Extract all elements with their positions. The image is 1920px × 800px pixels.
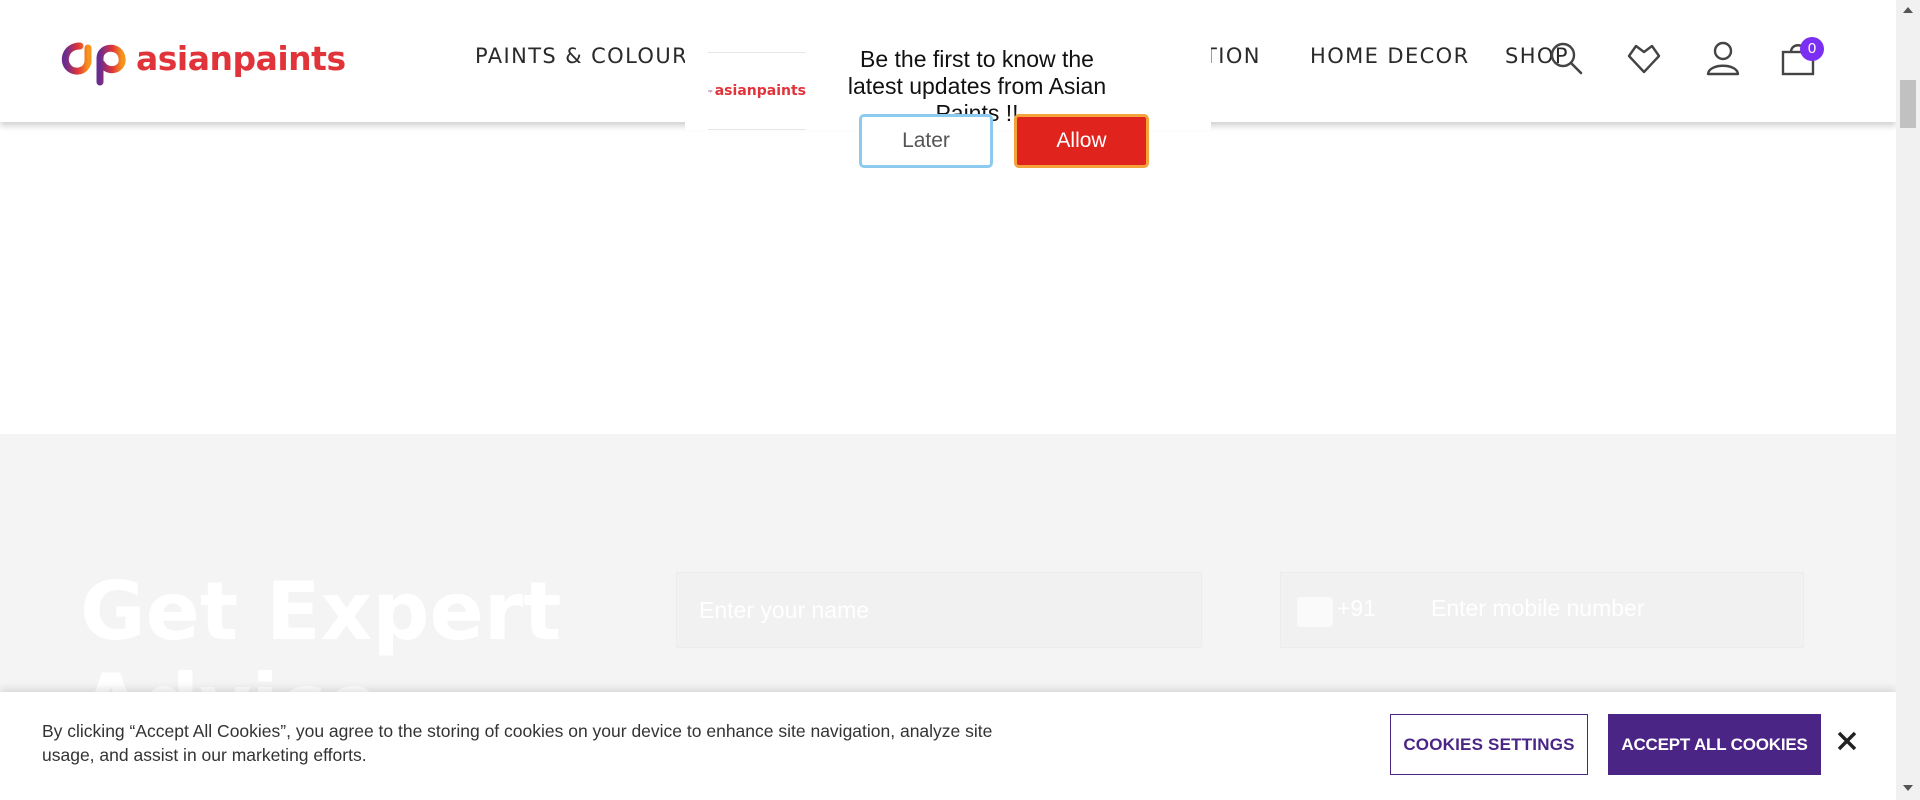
- mobile-field[interactable]: +91 Enter mobile number: [1280, 572, 1804, 648]
- accept-all-cookies-button[interactable]: ACCEPT ALL COOKIES: [1608, 714, 1821, 775]
- cookies-settings-button[interactable]: COOKIES SETTINGS: [1390, 714, 1588, 775]
- cart-count-badge: 0: [1800, 37, 1824, 61]
- name-input[interactable]: Enter your name: [676, 572, 1202, 648]
- scroll-down-arrow-icon[interactable]: [1896, 778, 1920, 798]
- cookie-message: By clicking “Accept All Cookies”, you ag…: [42, 721, 993, 765]
- scroll-up-arrow-icon[interactable]: [1896, 0, 1920, 20]
- logo-mark-icon: [61, 42, 126, 86]
- heart-icon[interactable]: [1624, 38, 1664, 78]
- close-icon[interactable]: [1834, 728, 1860, 754]
- page-scrollbar[interactable]: [1896, 0, 1920, 800]
- prompt-logo-wordmark: asianpaints: [714, 83, 806, 99]
- logo-wordmark: asianpaints: [136, 38, 346, 78]
- logo-mark-icon: [708, 89, 713, 93]
- user-icon[interactable]: [1703, 38, 1743, 78]
- notification-prompt: asianpaints Be the first to know the lat…: [685, 0, 1211, 168]
- nav-paints-colours[interactable]: PAINTS & COLOURS: [475, 44, 703, 68]
- allow-button[interactable]: Allow: [1014, 114, 1149, 168]
- cookie-banner: By clicking “Accept All Cookies”, you ag…: [0, 692, 1896, 800]
- india-flag-icon: [1297, 597, 1333, 627]
- later-button[interactable]: Later: [859, 114, 993, 168]
- nav-home-decor[interactable]: HOME DECOR: [1310, 44, 1470, 68]
- mobile-input[interactable]: Enter mobile number: [1431, 595, 1645, 622]
- asianpaints-logo[interactable]: asianpaints: [58, 34, 346, 86]
- nav-inspiration[interactable]: TION: [1204, 44, 1261, 68]
- prompt-logo: asianpaints: [708, 52, 806, 130]
- country-code[interactable]: +91: [1337, 595, 1376, 622]
- search-icon[interactable]: [1546, 38, 1586, 78]
- scrollbar-thumb[interactable]: [1900, 80, 1916, 128]
